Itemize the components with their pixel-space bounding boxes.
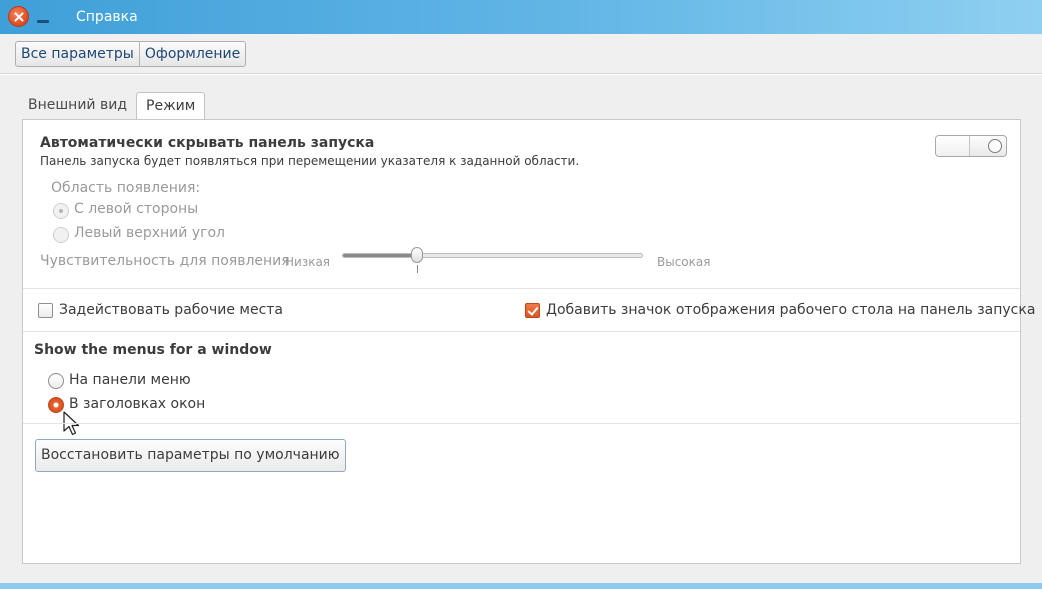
reveal-area-label: Область появления: xyxy=(51,180,201,196)
slider-tick xyxy=(417,265,419,273)
workspaces-checkbox[interactable] xyxy=(38,303,53,318)
switch-handle xyxy=(936,136,970,156)
sensitivity-low-label: Низкая xyxy=(285,255,331,269)
workspaces-label: Задействовать рабочие места xyxy=(59,302,284,318)
radio-left-side[interactable] xyxy=(53,203,69,219)
switch-off-indicator-icon xyxy=(988,139,1002,153)
appearance-button[interactable]: Оформление xyxy=(138,42,245,66)
radio-menu-bar-label: На панели меню xyxy=(69,372,191,388)
tab-bar: Внешний вид Режим xyxy=(22,92,206,119)
sensitivity-slider-handle[interactable] xyxy=(411,247,424,263)
title-bar: Справка xyxy=(0,0,1042,34)
sensitivity-slider[interactable] xyxy=(342,253,643,258)
radio-left-side-label: С левой стороны xyxy=(74,201,199,217)
sensitivity-label: Чувствительность для появления xyxy=(40,253,290,269)
mouse-pointer-icon xyxy=(63,411,80,436)
autohide-description: Панель запуска будет появляться при пере… xyxy=(40,154,580,168)
close-icon[interactable] xyxy=(8,6,29,27)
tab-behavior[interactable]: Режим xyxy=(136,92,206,119)
tab-look[interactable]: Внешний вид xyxy=(22,92,133,119)
minimize-icon[interactable] xyxy=(37,20,49,23)
menus-title: Show the menus for a window xyxy=(34,342,272,358)
restore-defaults-button[interactable]: Восстановить параметры по умолчанию xyxy=(35,439,346,472)
sensitivity-high-label: Высокая xyxy=(657,255,711,269)
window-bottom-border xyxy=(0,583,1042,589)
breadcrumb: Все параметры Оформление xyxy=(15,41,247,67)
radio-window-title[interactable] xyxy=(48,397,64,413)
window-title: Справка xyxy=(76,9,138,25)
radio-menu-bar[interactable] xyxy=(48,373,64,389)
autohide-switch[interactable] xyxy=(935,135,1007,157)
divider xyxy=(23,288,1020,289)
all-settings-button[interactable]: Все параметры xyxy=(16,42,139,66)
radio-top-left-corner[interactable] xyxy=(53,227,69,243)
show-desktop-checkbox[interactable] xyxy=(525,303,540,318)
show-desktop-label: Добавить значок отображения рабочего сто… xyxy=(546,302,1036,318)
radio-top-left-corner-label: Левый верхний угол xyxy=(74,225,225,241)
autohide-title: Автоматически скрывать панель запуска xyxy=(40,135,375,151)
main-area: Внешний вид Режим Автоматически скрывать… xyxy=(0,75,1042,589)
behavior-panel: Автоматически скрывать панель запуска Па… xyxy=(22,119,1035,564)
divider xyxy=(23,331,1020,332)
slider-fill xyxy=(343,254,419,257)
radio-window-title-label: В заголовках окон xyxy=(69,396,206,412)
divider xyxy=(23,423,1020,424)
toolbar: Все параметры Оформление xyxy=(0,34,1042,74)
